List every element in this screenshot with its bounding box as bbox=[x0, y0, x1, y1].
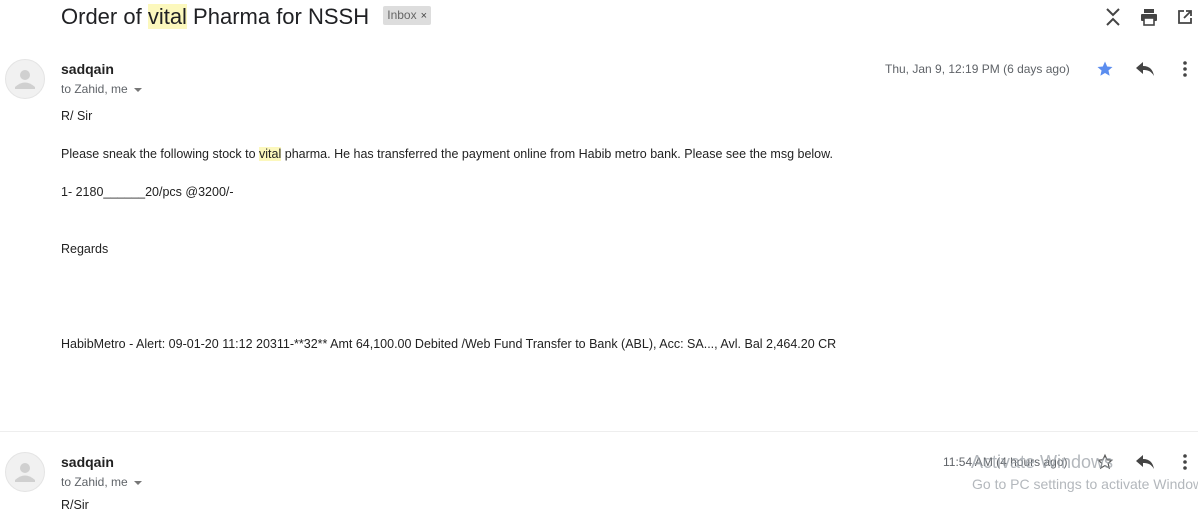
remove-label-icon[interactable]: × bbox=[421, 10, 427, 22]
reply-icon[interactable] bbox=[1134, 58, 1156, 80]
more-options-icon[interactable] bbox=[1174, 58, 1196, 80]
email-subject: Order of vital Pharma for NSSH Inbox × bbox=[61, 3, 432, 31]
activation-watermark-title: Activate Windows bbox=[971, 452, 1114, 472]
subject-text-part2: Pharma for NSSH bbox=[186, 4, 370, 29]
recipients-dropdown[interactable]: to Zahid, me bbox=[61, 475, 142, 489]
subject-highlight: vital bbox=[147, 4, 187, 29]
more-options-icon[interactable] bbox=[1174, 451, 1196, 473]
body-text: Please sneak the following stock to bbox=[61, 147, 260, 161]
body-greeting: R/Sir bbox=[61, 498, 89, 512]
body-regards: Regards bbox=[61, 242, 109, 256]
subject-text-part1: Order of bbox=[61, 4, 148, 29]
inbox-label-badge[interactable]: Inbox × bbox=[383, 5, 432, 25]
star-icon[interactable] bbox=[1094, 58, 1116, 80]
sender-name[interactable]: sadqain bbox=[61, 61, 114, 77]
inbox-label-text: Inbox bbox=[387, 7, 417, 22]
avatar[interactable] bbox=[5, 59, 45, 99]
caret-down-icon bbox=[133, 480, 142, 485]
body-highlight: vital bbox=[259, 147, 282, 161]
body-alert: HabibMetro - Alert: 09-01-20 11:12 20311… bbox=[61, 337, 837, 351]
recipients-text: to Zahid, me bbox=[61, 82, 128, 96]
print-icon[interactable] bbox=[1138, 6, 1160, 28]
avatar[interactable] bbox=[5, 452, 45, 492]
body-paragraph: Please sneak the following stock to vita… bbox=[61, 147, 833, 161]
body-text: pharma. He has transferred the payment o… bbox=[281, 147, 833, 161]
message-divider bbox=[0, 431, 1198, 432]
open-in-new-window-icon[interactable] bbox=[1174, 6, 1196, 28]
message-date: Thu, Jan 9, 12:19 PM (6 days ago) bbox=[885, 62, 1070, 76]
body-item: 1- 2180______20/pcs @3200/- bbox=[61, 185, 234, 199]
person-icon bbox=[15, 463, 35, 482]
caret-down-icon bbox=[133, 87, 142, 92]
activation-watermark-subtitle: Go to PC settings to activate Windows. bbox=[972, 476, 1198, 492]
reply-icon[interactable] bbox=[1134, 451, 1156, 473]
body-greeting: R/ Sir bbox=[61, 109, 93, 123]
collapse-all-icon[interactable] bbox=[1102, 6, 1124, 28]
person-icon bbox=[15, 70, 35, 89]
recipients-text: to Zahid, me bbox=[61, 475, 128, 489]
recipients-dropdown[interactable]: to Zahid, me bbox=[61, 82, 142, 96]
sender-name[interactable]: sadqain bbox=[61, 454, 114, 470]
